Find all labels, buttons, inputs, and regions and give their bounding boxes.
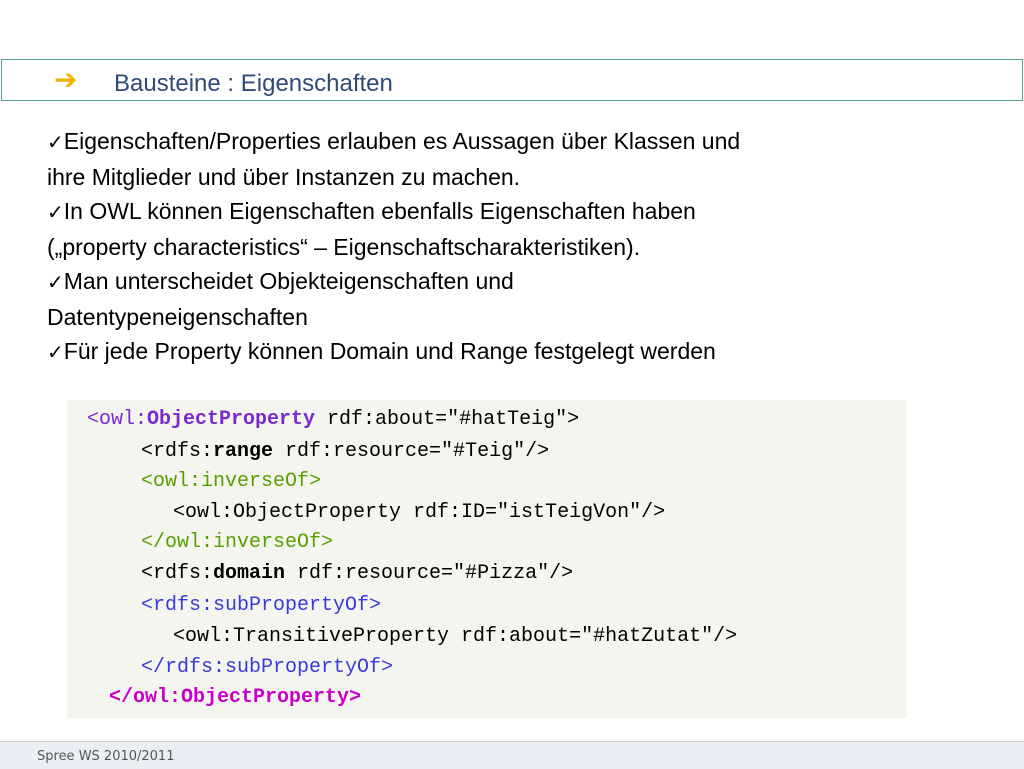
right-arrow-icon: ➔ [54, 63, 78, 96]
code-line: <rdfs:domain rdf:resource="#Pizza"/> [141, 562, 574, 585]
code-line: <rdfs:subPropertyOf> [141, 594, 382, 617]
checkmark-icon: ✓ [47, 340, 64, 364]
bullet-list: ✓Eigenschaften/Properties erlauben es Au… [47, 124, 937, 370]
code-line: <owl:ObjectProperty rdf:about="#hatTeig"… [87, 408, 580, 431]
bullet-text-continued: Datentypeneigenschaften [47, 303, 308, 330]
bullet-text: In OWL können Eigenschaften ebenfalls Ei… [63, 198, 696, 224]
slide-title: Bausteine : Eigenschaften [114, 70, 393, 97]
code-line: <owl:TransitiveProperty rdf:about="#hatZ… [173, 625, 738, 648]
code-line: <rdfs:range rdf:resource="#Teig"/> [141, 440, 550, 463]
bullet-text: Man unterscheidet Objekteigenschaften un… [63, 268, 514, 294]
code-line: </owl:inverseOf> [141, 531, 334, 554]
checkmark-icon: ✓ [47, 270, 64, 294]
bullet-item: ✓Eigenschaften/Properties erlauben es Au… [47, 124, 937, 194]
code-line: <owl:ObjectProperty rdf:ID="istTeigVon"/… [173, 501, 666, 524]
code-line: <owl:inverseOf> [141, 470, 322, 493]
bullet-text: Für jede Property können Domain und Rang… [63, 338, 716, 364]
bullet-item: ✓Man unterscheidet Objekteigenschaften u… [47, 264, 937, 334]
code-line: </owl:ObjectProperty> [109, 686, 362, 709]
bullet-text-continued: ihre Mitglieder und über Instanzen zu ma… [47, 163, 521, 190]
code-listing: <owl:ObjectProperty rdf:about="#hatTeig"… [67, 400, 907, 718]
footer-text: Spree WS 2010/2011 [37, 749, 175, 764]
slide-title-bar: ➔ Bausteine : Eigenschaften [1, 59, 1023, 101]
bullet-text-continued: („property characteristics“ – Eigenschaf… [47, 233, 641, 260]
bullet-text: Eigenschaften/Properties erlauben es Aus… [63, 128, 741, 154]
bullet-item: ✓Für jede Property können Domain und Ran… [47, 334, 937, 370]
bullet-item: ✓In OWL können Eigenschaften ebenfalls E… [47, 194, 937, 264]
checkmark-icon: ✓ [47, 130, 64, 154]
code-line: </rdfs:subPropertyOf> [141, 656, 394, 679]
checkmark-icon: ✓ [47, 200, 64, 224]
slide-footer: Spree WS 2010/2011 [0, 741, 1024, 769]
